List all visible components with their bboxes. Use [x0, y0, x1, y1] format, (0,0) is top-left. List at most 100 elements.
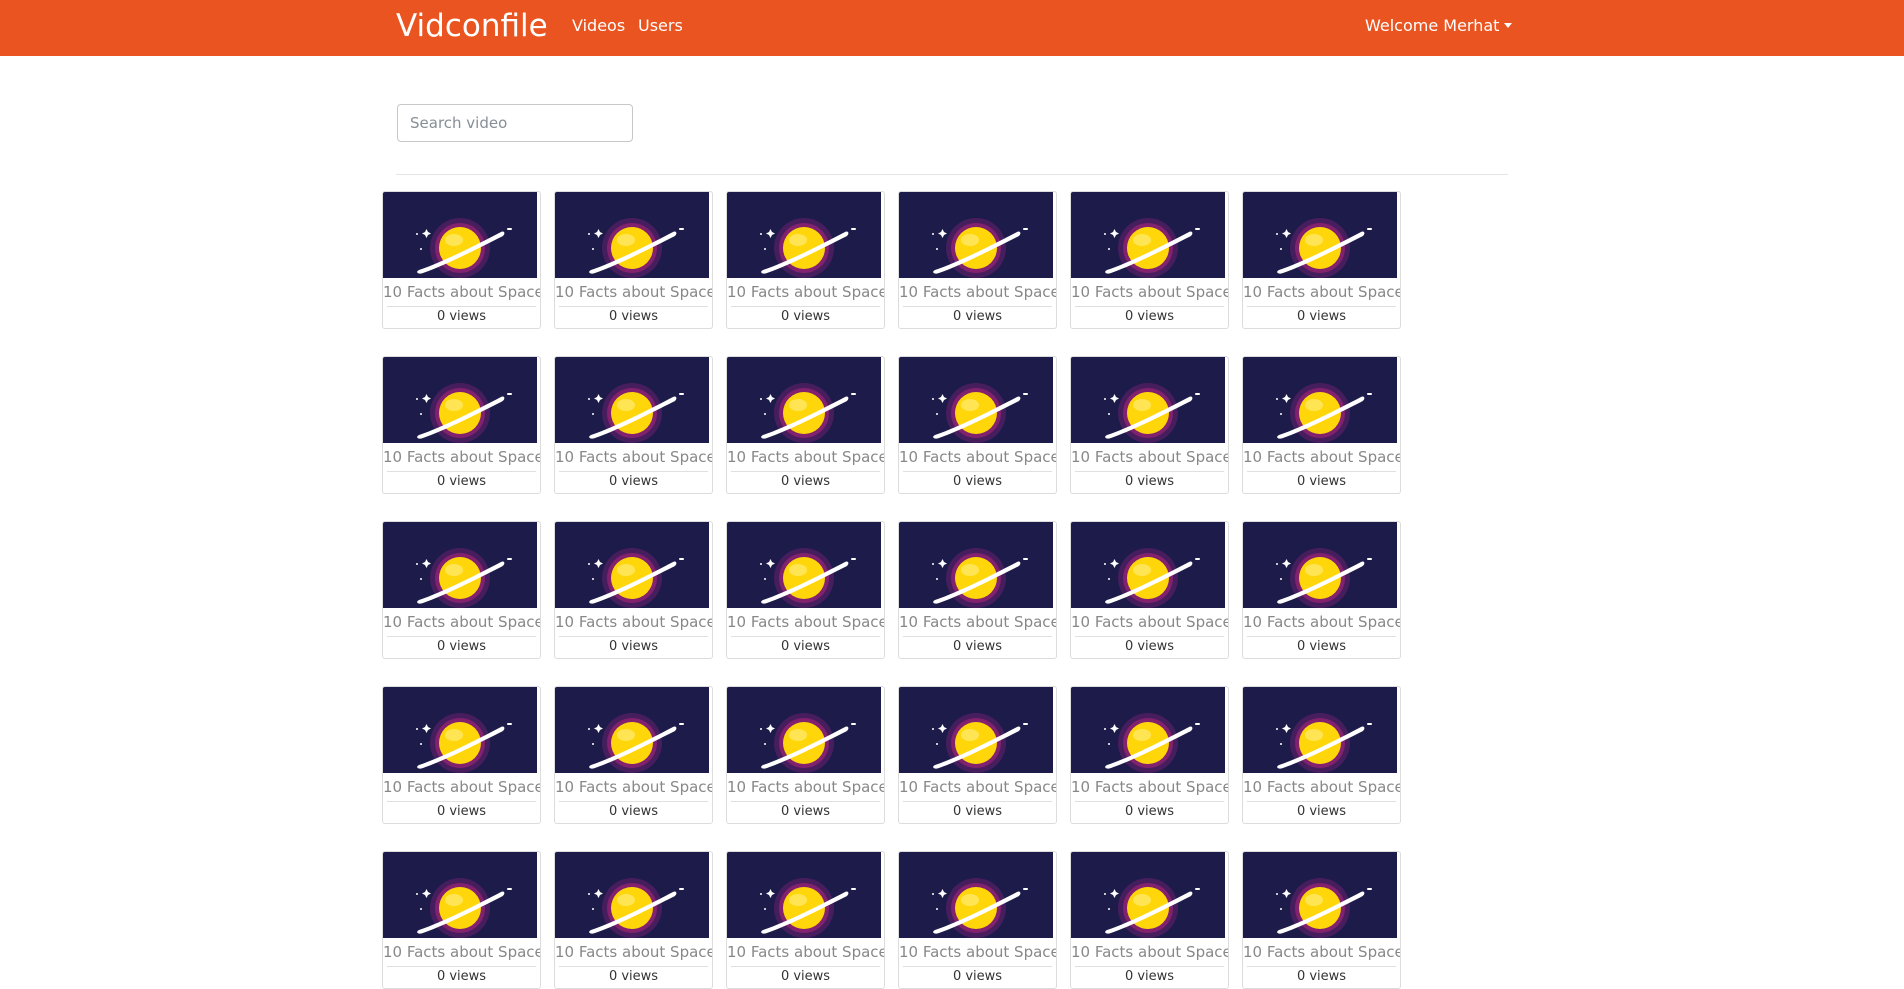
planet-thumbnail[interactable]: [383, 192, 537, 278]
planet-thumbnail[interactable]: [1243, 687, 1397, 773]
video-title[interactable]: 10 Facts about Space: [899, 777, 1056, 797]
video-title[interactable]: 10 Facts about Space: [899, 447, 1056, 467]
video-views: 0 views: [436, 309, 487, 324]
video-views: 0 views: [1296, 639, 1347, 654]
planet-thumbnail[interactable]: [1243, 357, 1397, 443]
video-card[interactable]: 10 Facts about Space 0 views: [1242, 851, 1401, 989]
video-title[interactable]: 10 Facts about Space: [727, 282, 884, 302]
video-card[interactable]: 10 Facts about Space 0 views: [726, 686, 885, 824]
video-card[interactable]: 10 Facts about Space 0 views: [554, 521, 713, 659]
planet-thumbnail[interactable]: [727, 687, 881, 773]
video-title[interactable]: 10 Facts about Space: [1243, 612, 1400, 632]
planet-thumbnail[interactable]: [1243, 522, 1397, 608]
planet-thumbnail[interactable]: [383, 852, 537, 938]
video-card[interactable]: 10 Facts about Space 0 views: [1070, 191, 1229, 329]
video-title[interactable]: 10 Facts about Space: [555, 282, 712, 302]
video-card[interactable]: 10 Facts about Space 0 views: [382, 356, 541, 494]
video-card[interactable]: 10 Facts about Space 0 views: [1070, 521, 1229, 659]
video-title[interactable]: 10 Facts about Space: [899, 282, 1056, 302]
planet-thumbnail[interactable]: [899, 192, 1053, 278]
video-card[interactable]: 10 Facts about Space 0 views: [726, 851, 885, 989]
planet-thumbnail[interactable]: [555, 687, 709, 773]
planet-thumbnail[interactable]: [383, 522, 537, 608]
video-title[interactable]: 10 Facts about Space: [899, 612, 1056, 632]
video-title[interactable]: 10 Facts about Space: [1071, 942, 1228, 962]
video-title[interactable]: 10 Facts about Space: [1071, 612, 1228, 632]
planet-thumbnail[interactable]: [555, 357, 709, 443]
video-title[interactable]: 10 Facts about Space: [1071, 777, 1228, 797]
video-card[interactable]: 10 Facts about Space 0 views: [382, 686, 541, 824]
video-card[interactable]: 10 Facts about Space 0 views: [554, 686, 713, 824]
planet-thumbnail[interactable]: [899, 357, 1053, 443]
planet-thumbnail[interactable]: [1071, 522, 1225, 608]
video-title[interactable]: 10 Facts about Space: [727, 447, 884, 467]
user-menu-dropdown[interactable]: Welcome Merhat: [1365, 15, 1513, 37]
video-title[interactable]: 10 Facts about Space: [1243, 447, 1400, 467]
video-title[interactable]: 10 Facts about Space: [555, 612, 712, 632]
video-title[interactable]: 10 Facts about Space: [727, 612, 884, 632]
video-title[interactable]: 10 Facts about Space: [1243, 282, 1400, 302]
video-title[interactable]: 10 Facts about Space: [1071, 447, 1228, 467]
planet-thumbnail[interactable]: [383, 357, 537, 443]
caret-down-icon: [1504, 23, 1513, 28]
card-divider: [387, 636, 536, 637]
video-title[interactable]: 10 Facts about Space: [555, 777, 712, 797]
video-card[interactable]: 10 Facts about Space 0 views: [382, 191, 541, 329]
planet-thumbnail[interactable]: [555, 852, 709, 938]
planet-thumbnail[interactable]: [899, 852, 1053, 938]
planet-thumbnail[interactable]: [899, 687, 1053, 773]
planet-thumbnail[interactable]: [727, 852, 881, 938]
nav-link-videos[interactable]: Videos: [572, 15, 625, 37]
video-card[interactable]: 10 Facts about Space 0 views: [554, 191, 713, 329]
video-title[interactable]: 10 Facts about Space: [383, 777, 540, 797]
planet-thumbnail[interactable]: [1243, 852, 1397, 938]
video-title[interactable]: 10 Facts about Space: [1243, 942, 1400, 962]
planet-thumbnail[interactable]: [1071, 357, 1225, 443]
video-card[interactable]: 10 Facts about Space 0 views: [1242, 521, 1401, 659]
planet-thumbnail[interactable]: [1243, 192, 1397, 278]
video-title[interactable]: 10 Facts about Space: [383, 447, 540, 467]
video-card[interactable]: 10 Facts about Space 0 views: [1070, 686, 1229, 824]
planet-thumbnail[interactable]: [899, 522, 1053, 608]
video-title[interactable]: 10 Facts about Space: [555, 447, 712, 467]
video-card[interactable]: 10 Facts about Space 0 views: [1242, 686, 1401, 824]
video-card[interactable]: 10 Facts about Space 0 views: [898, 521, 1057, 659]
planet-thumbnail[interactable]: [1071, 192, 1225, 278]
planet-thumbnail[interactable]: [1071, 687, 1225, 773]
video-title[interactable]: 10 Facts about Space: [383, 282, 540, 302]
planet-thumbnail[interactable]: [383, 687, 537, 773]
planet-thumbnail[interactable]: [727, 522, 881, 608]
video-card[interactable]: 10 Facts about Space 0 views: [726, 191, 885, 329]
video-card[interactable]: 10 Facts about Space 0 views: [1070, 356, 1229, 494]
video-card[interactable]: 10 Facts about Space 0 views: [726, 521, 885, 659]
video-title[interactable]: 10 Facts about Space: [1071, 282, 1228, 302]
video-card[interactable]: 10 Facts about Space 0 views: [1070, 851, 1229, 989]
planet-thumbnail[interactable]: [727, 192, 881, 278]
planet-thumbnail[interactable]: [727, 357, 881, 443]
video-title[interactable]: 10 Facts about Space: [555, 942, 712, 962]
video-card[interactable]: 10 Facts about Space 0 views: [1242, 356, 1401, 494]
video-card[interactable]: 10 Facts about Space 0 views: [726, 356, 885, 494]
card-divider: [1075, 636, 1224, 637]
planet-thumbnail[interactable]: [555, 522, 709, 608]
video-title[interactable]: 10 Facts about Space: [899, 942, 1056, 962]
video-title[interactable]: 10 Facts about Space: [383, 612, 540, 632]
video-card[interactable]: 10 Facts about Space 0 views: [898, 191, 1057, 329]
video-title[interactable]: 10 Facts about Space: [727, 942, 884, 962]
brand-logo[interactable]: Vidconfile: [396, 6, 548, 46]
video-card[interactable]: 10 Facts about Space 0 views: [1242, 191, 1401, 329]
video-card[interactable]: 10 Facts about Space 0 views: [554, 851, 713, 989]
search-input[interactable]: [397, 104, 633, 142]
video-card[interactable]: 10 Facts about Space 0 views: [898, 356, 1057, 494]
video-card[interactable]: 10 Facts about Space 0 views: [554, 356, 713, 494]
planet-thumbnail[interactable]: [555, 192, 709, 278]
video-card[interactable]: 10 Facts about Space 0 views: [898, 686, 1057, 824]
video-card[interactable]: 10 Facts about Space 0 views: [382, 521, 541, 659]
nav-link-users[interactable]: Users: [638, 15, 683, 37]
video-card[interactable]: 10 Facts about Space 0 views: [382, 851, 541, 989]
video-card[interactable]: 10 Facts about Space 0 views: [898, 851, 1057, 989]
video-title[interactable]: 10 Facts about Space: [1243, 777, 1400, 797]
video-title[interactable]: 10 Facts about Space: [383, 942, 540, 962]
video-title[interactable]: 10 Facts about Space: [727, 777, 884, 797]
planet-thumbnail[interactable]: [1071, 852, 1225, 938]
